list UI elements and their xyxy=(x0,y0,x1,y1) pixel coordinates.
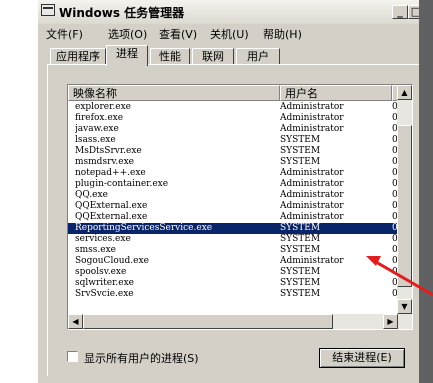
window-title: Windows 任务管理器 xyxy=(59,6,185,20)
table-row[interactable]: smss.exeSYSTEM00 xyxy=(68,245,400,256)
process-rows: explorer.exeAdministrator00firefox.exeAd… xyxy=(68,102,400,300)
process-user: Administrator xyxy=(280,102,344,112)
process-user: Administrator xyxy=(280,168,344,178)
title-bar[interactable]: Windows 任务管理器 _ □ × xyxy=(38,0,433,25)
menu-file[interactable]: 文件(F) xyxy=(46,26,83,42)
vertical-scrollbar[interactable]: ▲ ▼ xyxy=(397,85,412,329)
table-row[interactable]: sqlwriter.exeSYSTEM00 xyxy=(68,278,400,289)
process-name: SogouCloud.exe xyxy=(75,256,149,266)
process-list[interactable]: 映像名称 用户名 Cl explorer.exeAdministrator00f… xyxy=(67,84,413,330)
process-name: plugin-container.exe xyxy=(75,179,169,189)
process-name: QQExternal.exe xyxy=(75,201,148,211)
table-row[interactable]: QQExternal.exeAdministrator02 xyxy=(68,212,400,223)
process-user: SYSTEM xyxy=(280,157,321,167)
table-row[interactable]: explorer.exeAdministrator00 xyxy=(68,102,400,113)
process-name: QQ.exe xyxy=(75,190,108,200)
process-name: notepad++.exe xyxy=(75,168,146,178)
menu-help[interactable]: 帮助(H) xyxy=(263,26,302,42)
arrow-down-icon[interactable]: ▼ xyxy=(397,299,412,314)
process-user: Administrator xyxy=(280,201,344,211)
process-user: Administrator xyxy=(280,179,344,189)
process-name: firefox.exe xyxy=(75,113,124,123)
process-user: Administrator xyxy=(280,113,344,123)
tab-applications[interactable]: 应用程序 xyxy=(50,48,106,65)
tab-bar: 应用程序 进程 性能 联网 用户 xyxy=(38,43,433,66)
table-row[interactable]: SogouCloud.exeAdministrator00 xyxy=(68,256,400,267)
process-user: SYSTEM xyxy=(280,278,321,288)
process-name: SrvSvcie.exe xyxy=(75,289,134,299)
process-name: MsDtsSrvr.exe xyxy=(75,146,142,156)
table-row[interactable]: lsass.exeSYSTEM00 xyxy=(68,135,400,146)
table-row[interactable]: plugin-container.exeAdministrator00 xyxy=(68,179,400,190)
process-name: QQExternal.exe xyxy=(75,212,148,222)
process-name: javaw.exe xyxy=(75,124,119,134)
menu-view[interactable]: 查看(V) xyxy=(159,26,197,42)
table-row[interactable]: msmdsrv.exeSYSTEM00 xyxy=(68,157,400,168)
table-row[interactable]: javaw.exeAdministrator00 xyxy=(68,124,400,135)
process-user: Administrator xyxy=(280,256,344,266)
column-user-name[interactable]: 用户名 xyxy=(280,85,392,101)
process-name: msmdsrv.exe xyxy=(75,157,134,167)
arrow-right-icon[interactable]: ▶ xyxy=(383,314,398,329)
process-user: SYSTEM xyxy=(280,135,321,145)
process-name: sqlwriter.exe xyxy=(75,278,134,288)
tab-networking[interactable]: 联网 xyxy=(192,48,234,65)
table-row-selected[interactable]: ReportingServicesService.exeSYSTEM00 xyxy=(68,223,400,234)
show-all-users-checkbox[interactable] xyxy=(67,351,78,362)
tab-performance[interactable]: 性能 xyxy=(150,48,190,65)
table-row[interactable]: spoolsv.exeSYSTEM00 xyxy=(68,267,400,278)
tab-users[interactable]: 用户 xyxy=(236,48,280,65)
show-all-users-label: 显示所有用户的进程(S) xyxy=(84,352,199,365)
process-user: SYSTEM xyxy=(280,223,321,233)
list-header: 映像名称 用户名 Cl xyxy=(68,85,412,101)
table-row[interactable]: notepad++.exeAdministrator00 xyxy=(68,168,400,179)
horizontal-scroll-thumb[interactable] xyxy=(83,314,333,329)
process-name: explorer.exe xyxy=(75,102,131,112)
menu-bar: 文件(F) 选项(O) 查看(V) 关机(U) 帮助(H) xyxy=(38,24,433,43)
arrow-left-icon[interactable]: ◀ xyxy=(68,314,83,329)
process-name: lsass.exe xyxy=(75,135,116,145)
menu-options[interactable]: 选项(O) xyxy=(108,26,147,42)
table-row[interactable]: QQExternal.exeAdministrator00 xyxy=(68,201,400,212)
end-process-button[interactable]: 结束进程(E) xyxy=(319,348,405,368)
background-edge xyxy=(419,0,433,383)
table-row[interactable]: services.exeSYSTEM00 xyxy=(68,234,400,245)
table-row[interactable]: firefox.exeAdministrator00 xyxy=(68,113,400,124)
menu-shutdown[interactable]: 关机(U) xyxy=(210,26,249,42)
arrow-up-icon[interactable]: ▲ xyxy=(397,85,412,100)
table-row[interactable]: SrvSvcie.exeSYSTEM00 xyxy=(68,289,400,300)
process-user: SYSTEM xyxy=(280,267,321,277)
column-image-name[interactable]: 映像名称 xyxy=(68,85,280,101)
task-manager-icon xyxy=(41,4,55,16)
process-user: SYSTEM xyxy=(280,245,321,255)
process-user: SYSTEM xyxy=(280,146,321,156)
process-name: spoolsv.exe xyxy=(75,267,127,277)
tab-processes[interactable]: 进程 xyxy=(106,45,148,66)
process-user: SYSTEM xyxy=(280,234,321,244)
vertical-scroll-thumb[interactable] xyxy=(397,125,412,287)
process-user: Administrator xyxy=(280,212,344,222)
process-name: smss.exe xyxy=(75,245,116,255)
minimize-button[interactable]: _ xyxy=(392,5,408,19)
table-row[interactable]: QQ.exeAdministrator01 xyxy=(68,190,400,201)
horizontal-scrollbar[interactable]: ◀ ▶ xyxy=(68,314,398,329)
process-user: SYSTEM xyxy=(280,289,321,299)
process-name: services.exe xyxy=(75,234,131,244)
process-user: Administrator xyxy=(280,190,344,200)
table-row[interactable]: MsDtsSrvr.exeSYSTEM00 xyxy=(68,146,400,157)
process-name: ReportingServicesService.exe xyxy=(75,223,213,233)
process-user: Administrator xyxy=(280,124,344,134)
